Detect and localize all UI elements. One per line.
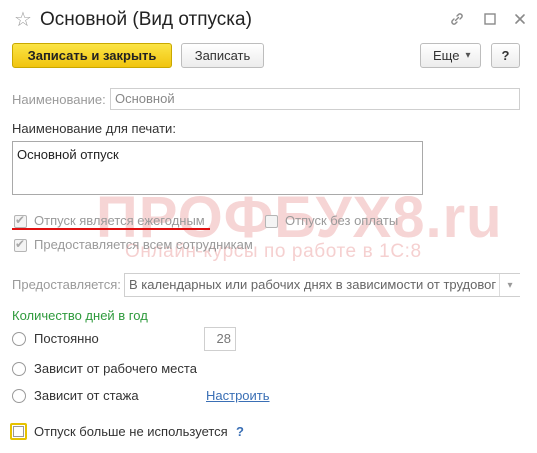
save-and-close-button[interactable]: Записать и закрыть xyxy=(12,43,172,68)
unpaid-checkbox[interactable] xyxy=(265,215,278,228)
name-field[interactable]: Основной xyxy=(110,88,520,110)
constant-days-field[interactable]: 28 xyxy=(204,327,236,351)
radio-constant-label: Постоянно xyxy=(34,331,99,346)
all-employees-label: Предоставляется всем сотрудникам xyxy=(34,237,253,252)
annotation-underline xyxy=(12,228,210,230)
more-button-label: Еще xyxy=(433,48,460,63)
name-label: Наименование: xyxy=(12,92,106,107)
help-button[interactable]: ? xyxy=(491,43,520,68)
not-used-help-icon[interactable]: ? xyxy=(236,424,244,440)
not-used-label: Отпуск больше не используется xyxy=(34,424,228,439)
annual-checkbox[interactable] xyxy=(14,213,27,228)
chevron-down-icon: ▾ xyxy=(465,50,471,61)
close-icon[interactable] xyxy=(511,10,529,28)
star-icon[interactable]: ☆ xyxy=(14,9,32,31)
window-title: Основной (Вид отпуска) xyxy=(40,9,252,30)
print-name-field[interactable]: Основной отпуск xyxy=(12,141,423,195)
more-button[interactable]: Еще ▾ xyxy=(420,43,481,68)
unpaid-label: Отпуск без оплаты xyxy=(285,213,399,228)
print-name-label: Наименование для печати: xyxy=(12,121,176,136)
provided-value: В календарных или рабочих днях в зависим… xyxy=(129,277,497,292)
not-used-checkbox[interactable] xyxy=(10,423,27,440)
annual-label: Отпуск является ежегодным xyxy=(34,213,205,228)
save-button[interactable]: Записать xyxy=(181,43,264,68)
radio-seniority-label: Зависит от стажа xyxy=(34,388,139,403)
radio-workplace-label: Зависит от рабочего места xyxy=(34,361,197,376)
radio-workplace[interactable] xyxy=(12,362,26,376)
maximize-icon[interactable] xyxy=(481,10,499,28)
link-icon[interactable] xyxy=(448,10,466,28)
radio-seniority[interactable] xyxy=(12,389,26,403)
configure-link[interactable]: Настроить xyxy=(206,388,270,404)
radio-constant[interactable] xyxy=(12,332,26,346)
days-section-heading: Количество дней в год xyxy=(12,308,148,323)
all-employees-checkbox[interactable] xyxy=(14,237,27,252)
provided-label: Предоставляется: xyxy=(12,277,121,292)
provided-select[interactable]: В календарных или рабочих днях в зависим… xyxy=(124,273,520,297)
chevron-down-icon[interactable]: ▾ xyxy=(499,274,520,296)
